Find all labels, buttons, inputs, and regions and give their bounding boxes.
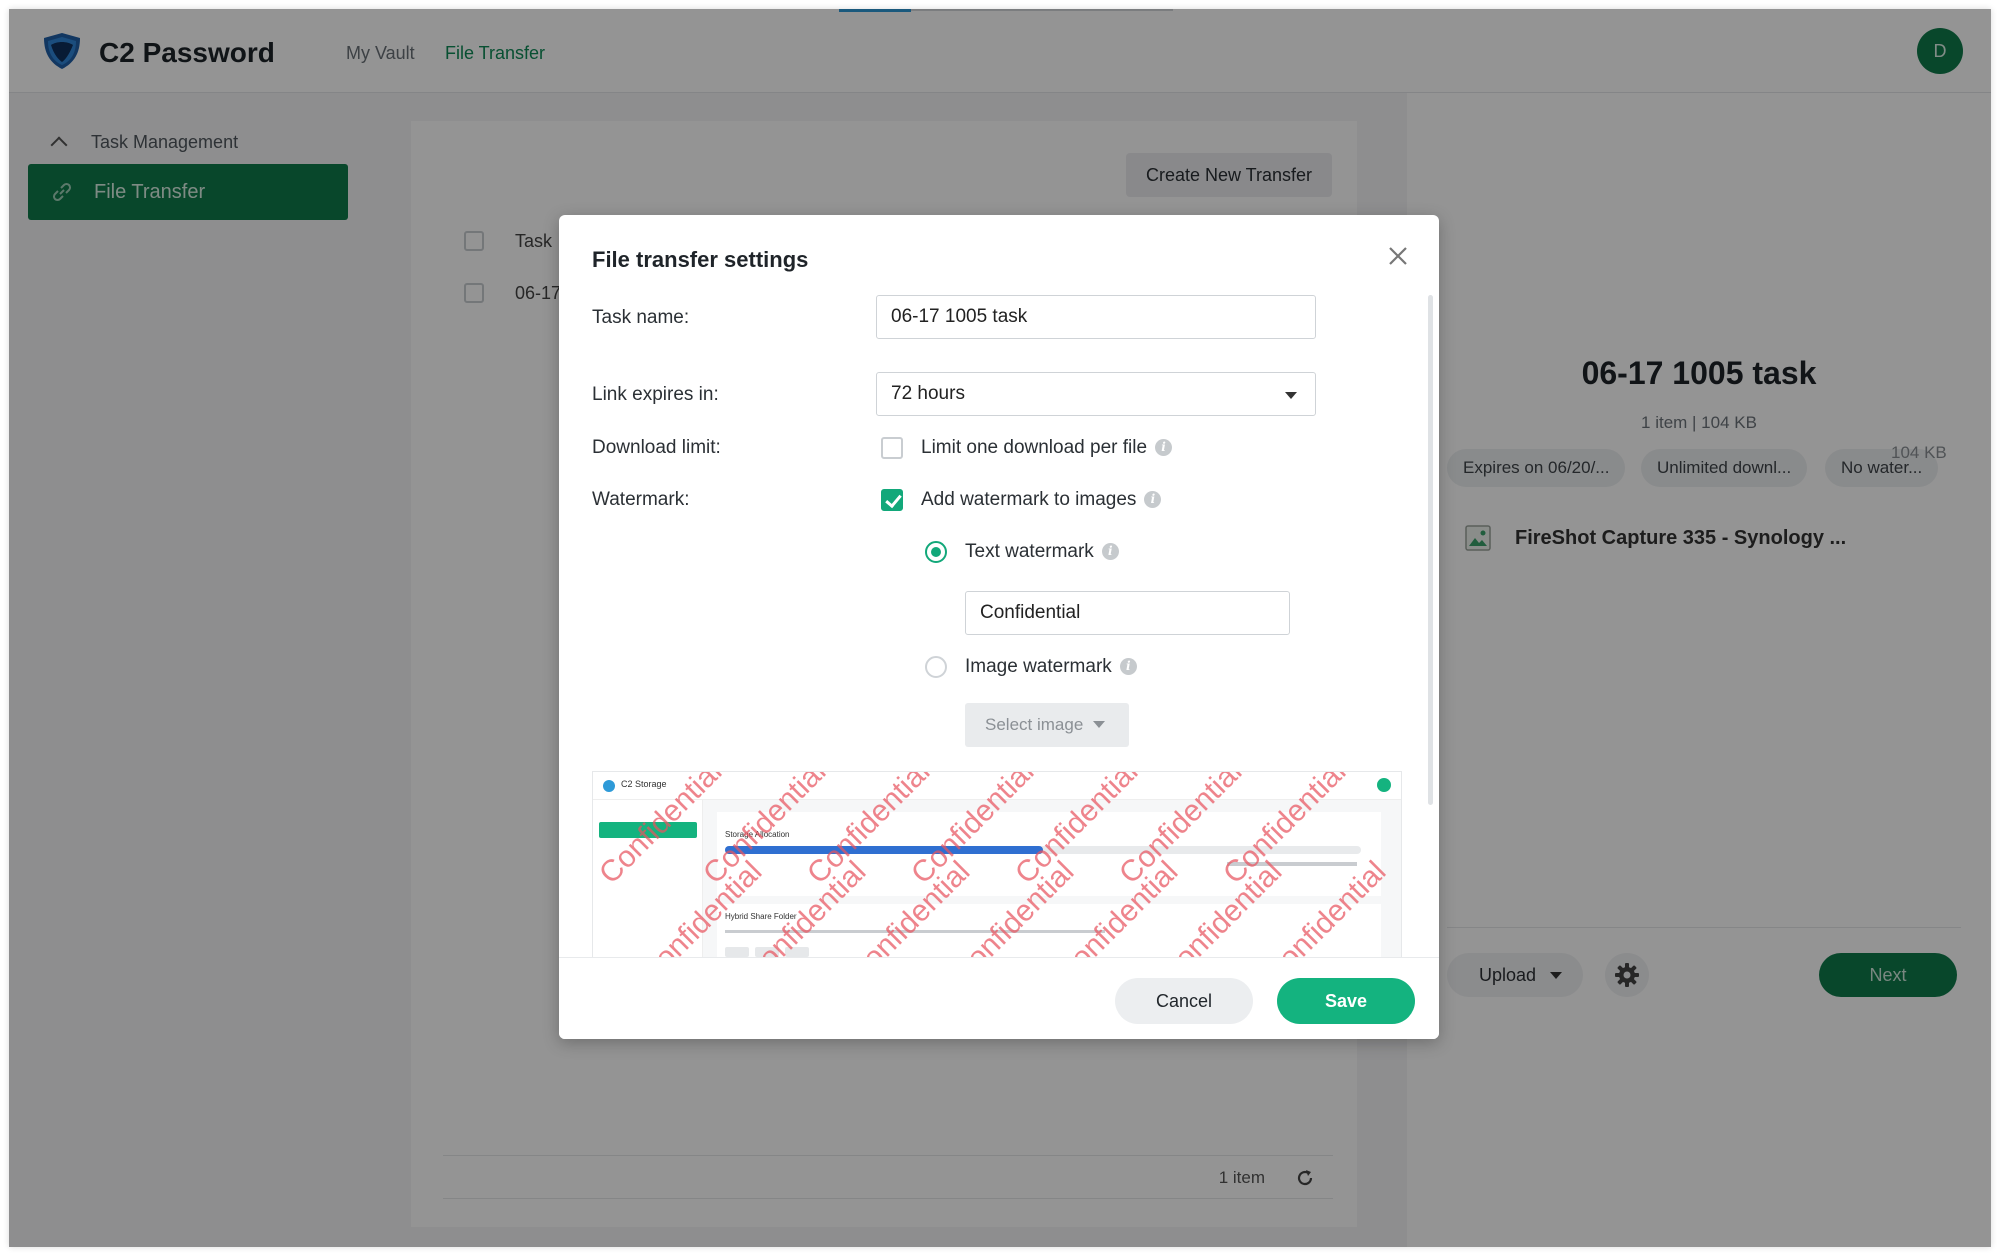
dialog-footer: Cancel Save (559, 957, 1439, 1039)
save-button[interactable]: Save (1277, 978, 1415, 1024)
info-icon[interactable]: i (1119, 658, 1137, 675)
text-watermark-option[interactable]: Text watermark i (965, 541, 1119, 563)
image-watermark-option[interactable]: Image watermark i (965, 656, 1137, 678)
cancel-button[interactable]: Cancel (1115, 978, 1253, 1024)
app-window: C2 Password My Vault File Transfer D Tas… (9, 9, 1991, 1247)
info-icon[interactable]: i (1101, 543, 1119, 560)
image-watermark-label: Image watermark (965, 656, 1112, 677)
watermark-text-input[interactable]: Confidential (965, 591, 1290, 635)
download-limit-label: Download limit: (592, 437, 721, 458)
watermark-label: Watermark: (592, 489, 690, 510)
watermark-option[interactable]: Add watermark to images i (921, 489, 1162, 511)
preview-avatar (1377, 778, 1391, 792)
dialog-scrollbar[interactable] (1428, 295, 1433, 805)
info-icon[interactable]: i (1144, 491, 1162, 508)
text-watermark-label: Text watermark (965, 541, 1094, 562)
text-watermark-radio[interactable] (925, 541, 947, 563)
preview-app-name: C2 Storage (621, 779, 667, 789)
link-expires-label: Link expires in: (592, 384, 719, 405)
image-watermark-radio[interactable] (925, 656, 947, 678)
select-image-label: Select image (985, 715, 1084, 734)
close-icon[interactable] (1385, 243, 1411, 269)
download-limit-option[interactable]: Limit one download per file i (921, 437, 1173, 459)
task-name-input[interactable]: 06-17 1005 task (876, 295, 1316, 339)
link-expires-value: 72 hours (891, 383, 965, 404)
watermark-option-label: Add watermark to images (921, 489, 1137, 510)
task-name-label: Task name: (592, 307, 690, 328)
watermark-checkbox[interactable] (881, 489, 903, 511)
preview-usage-fill (725, 846, 1043, 854)
watermark-preview: C2 Storage Storage Allocation Hybrid Sha… (592, 771, 1402, 967)
preview-logo-icon (603, 780, 615, 792)
chevron-down-icon (1285, 392, 1297, 399)
link-expires-select[interactable]: 72 hours (876, 372, 1316, 416)
chevron-down-icon (1093, 721, 1106, 728)
info-icon[interactable]: i (1155, 439, 1173, 456)
select-image-button[interactable]: Select image (965, 703, 1129, 747)
dialog-title: File transfer settings (592, 247, 809, 272)
download-limit-option-label: Limit one download per file (921, 437, 1148, 458)
download-limit-checkbox[interactable] (881, 437, 903, 459)
file-transfer-settings-dialog: File transfer settings Task name: 06-17 … (559, 215, 1439, 1039)
